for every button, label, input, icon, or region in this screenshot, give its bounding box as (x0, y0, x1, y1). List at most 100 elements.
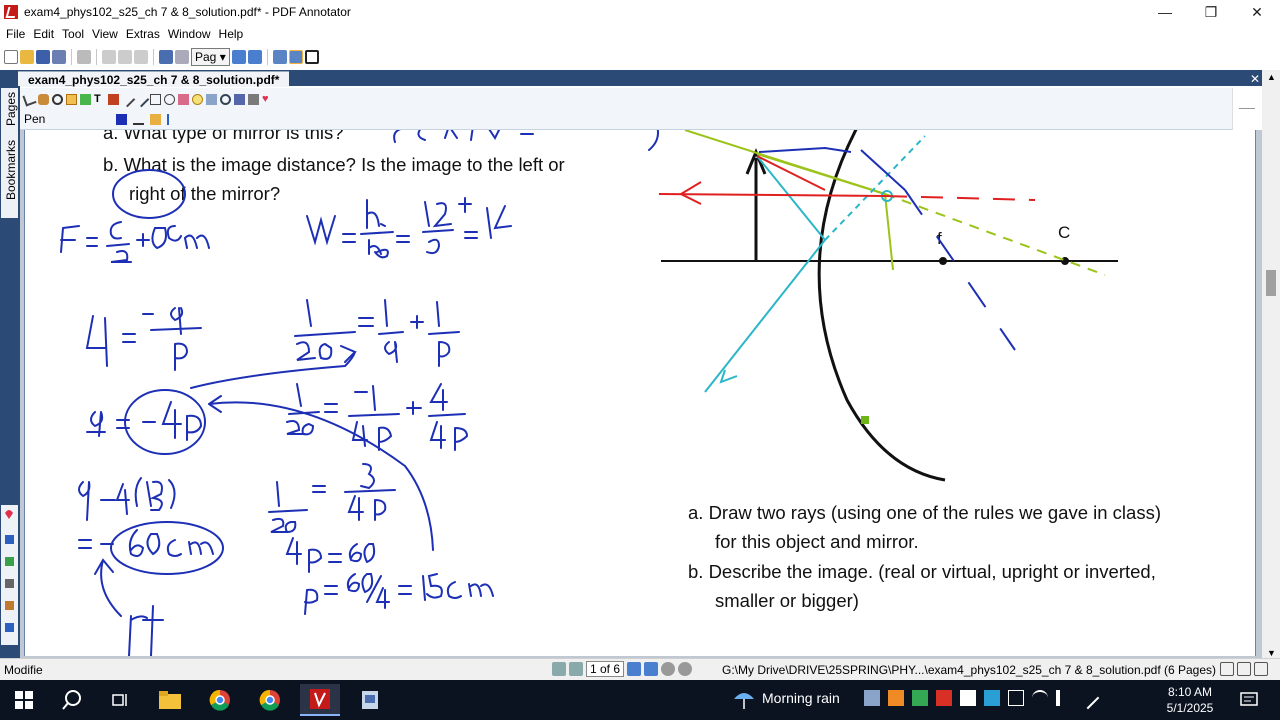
text-icon[interactable]: T (94, 93, 105, 105)
copy-icon[interactable] (118, 50, 132, 64)
redo-icon[interactable] (175, 50, 189, 64)
stamp-tool-icon[interactable] (5, 601, 14, 610)
weather-text[interactable]: Morning rain (762, 690, 840, 706)
pdf-page[interactable]: a. What type of mirror is this? b. What … (24, 130, 1256, 656)
text-tool-icon[interactable] (5, 579, 14, 588)
clock[interactable]: 8:10 AM 5/1/2025 (1160, 684, 1220, 716)
tray-battery-icon[interactable] (1008, 690, 1024, 706)
pen-input-icon[interactable] (1076, 686, 1100, 710)
page-dropdown[interactable]: Pag ▾ (191, 48, 230, 66)
menu-file[interactable]: File (2, 27, 29, 41)
last-page-icon[interactable] (644, 662, 659, 676)
comment-icon[interactable] (192, 93, 203, 105)
pen-icon[interactable] (66, 93, 77, 105)
favorite-heart-icon[interactable]: ♥ (262, 93, 273, 105)
open-folder-icon[interactable] (20, 50, 34, 64)
zoom-out-icon[interactable] (231, 50, 246, 64)
heart-icon[interactable] (5, 510, 13, 519)
line-width-icon[interactable] (133, 114, 144, 125)
scroll-down-icon[interactable]: ▼ (1267, 648, 1276, 658)
save-icon[interactable] (36, 50, 50, 64)
fit-width-icon[interactable] (288, 50, 303, 64)
save-all-icon[interactable] (52, 50, 66, 64)
start-button[interactable] (4, 684, 44, 716)
notification-icon[interactable] (1240, 692, 1258, 708)
scroll-up-icon[interactable]: ▲ (1267, 72, 1276, 82)
app-button[interactable] (350, 684, 390, 716)
new-document-icon[interactable] (4, 50, 18, 64)
restore-button[interactable]: ❐ (1188, 0, 1234, 24)
continuous-view-icon[interactable] (1254, 662, 1268, 676)
menu-help[interactable]: Help (215, 27, 248, 41)
pdf-annotator-taskbar-button[interactable] (300, 684, 340, 716)
pen-tool-icon[interactable] (5, 535, 14, 544)
print-icon[interactable] (77, 50, 91, 64)
first-page-icon[interactable] (552, 662, 566, 676)
task-view-button[interactable] (100, 684, 140, 716)
arrow-icon[interactable] (133, 91, 150, 107)
rectangle-icon[interactable] (150, 93, 161, 105)
menu-view[interactable]: View (88, 27, 122, 41)
ellipse-icon[interactable] (164, 93, 175, 105)
back-icon[interactable] (661, 662, 676, 676)
zoom-in-icon[interactable] (247, 50, 262, 64)
tray-app-icon[interactable] (864, 690, 880, 706)
cut-icon[interactable] (102, 50, 116, 64)
tray-drive-icon[interactable] (912, 690, 928, 706)
menu-window[interactable]: Window (164, 27, 215, 41)
toolbar-separator (266, 49, 268, 65)
wifi-icon[interactable] (1032, 690, 1048, 706)
next-page-icon[interactable] (627, 662, 642, 676)
eraser-icon[interactable] (178, 93, 189, 105)
chrome-profile-button[interactable] (250, 684, 290, 716)
full-screen-icon[interactable] (304, 50, 319, 64)
menu-edit[interactable]: Edit (29, 27, 58, 41)
annotation-tools-row: T ♥ (22, 90, 273, 108)
document-tab[interactable]: exam4_phys102_s25_ch 7 & 8_solution.pdf* (18, 71, 290, 87)
prev-page-icon[interactable] (569, 662, 583, 676)
tray-network-icon[interactable] (984, 690, 1000, 706)
highlighter-icon[interactable] (80, 93, 91, 105)
focal-point-dot (939, 257, 947, 265)
pen-color-icon[interactable] (116, 113, 127, 125)
magnifier-icon[interactable] (52, 93, 63, 105)
minimize-button[interactable]: — (1142, 0, 1188, 24)
search-icon[interactable] (220, 93, 231, 105)
style-options-icon[interactable] (150, 113, 161, 125)
select-arrow-icon[interactable] (22, 91, 37, 107)
hand-icon[interactable] (38, 93, 49, 105)
tray-orange-icon[interactable] (888, 690, 904, 706)
blue-ray-2 (860, 149, 906, 191)
fit-height-icon[interactable] (272, 50, 287, 64)
close-tab-icon[interactable]: ✕ (1250, 72, 1260, 86)
scrollbar-thumb[interactable] (1266, 270, 1276, 296)
image-icon[interactable] (206, 93, 217, 105)
two-page-view-icon[interactable] (1237, 662, 1251, 676)
concave-mirror (817, 130, 946, 482)
menu-tool[interactable]: Tool (58, 27, 88, 41)
page-indicator[interactable]: 1 of 6 (586, 661, 625, 677)
highlighter-tool-icon[interactable] (5, 557, 14, 566)
tray-shield-icon[interactable] (960, 690, 976, 706)
side-tab-pages[interactable]: Pages (4, 92, 18, 126)
paste-icon[interactable] (134, 50, 148, 64)
file-explorer-button[interactable] (150, 684, 190, 716)
ruler-icon[interactable] (248, 93, 259, 105)
eraser-tool-icon[interactable] (5, 623, 14, 632)
pin-icon[interactable] (167, 113, 178, 125)
equation-1-20-equals-3-4p (268, 463, 396, 534)
single-page-view-icon[interactable] (1220, 662, 1234, 676)
volume-icon[interactable] (1056, 690, 1072, 706)
undo-icon[interactable] (159, 50, 173, 64)
side-tool-icons[interactable] (1, 505, 18, 645)
chrome-button[interactable] (200, 684, 240, 716)
gear-icon[interactable] (234, 93, 245, 105)
close-button[interactable]: ✕ (1234, 0, 1280, 24)
stamp-icon[interactable] (108, 93, 119, 105)
side-tab-bookmarks[interactable]: Bookmarks (4, 140, 18, 200)
forward-icon[interactable] (678, 662, 693, 676)
search-button[interactable] (52, 684, 92, 716)
vertical-scrollbar[interactable]: ▲ ▼ (1262, 70, 1280, 660)
menu-extras[interactable]: Extras (122, 27, 164, 41)
tray-red-icon[interactable] (936, 690, 952, 706)
